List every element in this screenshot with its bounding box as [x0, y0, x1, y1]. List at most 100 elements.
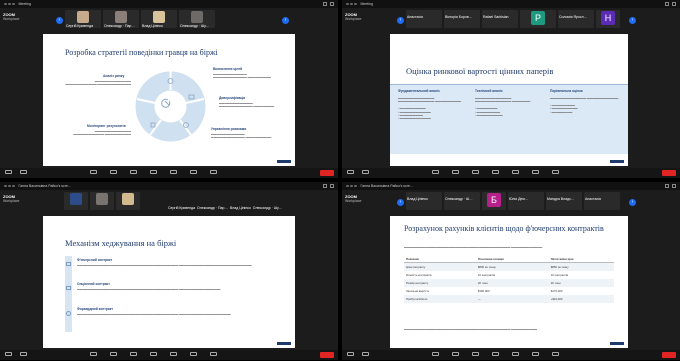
record-icon[interactable] — [512, 352, 519, 356]
share-icon[interactable] — [150, 170, 157, 174]
participant-tile[interactable]: Юлія Дем… — [508, 192, 544, 210]
title-bar: Ганна Васильівна Райко's scre… — [0, 182, 338, 190]
window-controls[interactable] — [4, 184, 15, 188]
record-icon[interactable] — [170, 352, 177, 356]
participants-icon[interactable] — [90, 352, 97, 356]
document-icon — [66, 286, 71, 290]
next-participants-button[interactable]: › — [282, 17, 289, 24]
meeting-controls — [0, 168, 338, 178]
title-bar: Ганна Васильівна Райко's scre… — [342, 182, 680, 190]
label-goals: Визначення цілей — [213, 67, 243, 71]
audio-icon[interactable] — [5, 170, 12, 174]
participant-tile[interactable] — [64, 192, 88, 210]
video-icon[interactable] — [362, 352, 369, 356]
participant-tile[interactable]: P — [520, 10, 556, 28]
prev-participants-button[interactable]: ‹ — [397, 199, 404, 206]
more-icon[interactable] — [552, 352, 559, 356]
participant-tile[interactable]: Анастасія — [406, 10, 442, 28]
end-button[interactable] — [320, 170, 334, 176]
prev-participants-button[interactable]: ‹ — [56, 17, 63, 24]
react-icon[interactable] — [130, 170, 137, 174]
participant-tile[interactable]: Соломія Яросл… — [558, 10, 594, 28]
end-button[interactable] — [320, 352, 334, 358]
video-icon[interactable] — [362, 170, 369, 174]
shared-slide: Розробка стратегії поведінки гравця на б… — [43, 34, 295, 166]
window-controls[interactable] — [4, 2, 15, 6]
more-icon[interactable] — [210, 352, 217, 356]
window-title: Ганна Васильівна Райко's scre… — [360, 184, 414, 188]
window-controls[interactable] — [346, 184, 357, 188]
row-options: Опціонний контракт — [77, 282, 110, 286]
avatar — [122, 193, 134, 205]
end-button[interactable] — [662, 170, 676, 176]
avatar — [115, 11, 127, 23]
comparison-panel: Фундаментальний аналіз Технічний аналіз … — [390, 84, 628, 154]
audio-icon[interactable] — [5, 352, 12, 356]
end-button[interactable] — [662, 352, 676, 358]
chat-icon[interactable] — [452, 352, 459, 356]
avatar — [96, 193, 108, 205]
react-icon[interactable] — [130, 352, 137, 356]
next-participants-button[interactable]: › — [629, 199, 636, 206]
prev-participants-button[interactable]: ‹ — [397, 17, 404, 24]
avatar — [77, 11, 89, 23]
participant-tile[interactable]: H — [596, 10, 620, 28]
window-controls[interactable] — [346, 2, 357, 6]
zoom-brand: ZOOM Workplace — [3, 12, 20, 21]
apps-icon[interactable] — [190, 170, 197, 174]
zoom-brand: ZOOM Workplace — [3, 194, 20, 203]
participant-tile[interactable]: Вікторія Боров… — [444, 10, 480, 28]
participant-tile[interactable] — [116, 192, 140, 210]
participants-icon[interactable] — [432, 170, 439, 174]
participant-tile[interactable]: Олександр · Ш… — [444, 192, 480, 210]
react-icon[interactable] — [472, 352, 479, 356]
participant-tile[interactable]: Б — [482, 192, 506, 210]
column-comparative: Порівняльна оцінка — [550, 89, 583, 93]
chat-icon[interactable] — [452, 170, 459, 174]
audio-icon[interactable] — [347, 352, 354, 356]
title-bar-icons[interactable] — [665, 2, 676, 6]
audio-icon[interactable] — [347, 170, 354, 174]
participant-tile[interactable]: Мандра Владс… — [546, 192, 582, 210]
title-bar-icons[interactable] — [665, 184, 676, 188]
chart-icon — [66, 262, 71, 266]
participant-tile[interactable]: Олександр · Пар… — [103, 10, 139, 28]
slide-title: Механізм хеджування на біржі — [65, 238, 177, 248]
window-title: Ганна Васильівна Райко's scre… — [18, 184, 72, 188]
share-icon[interactable] — [492, 170, 499, 174]
participants-icon[interactable] — [90, 170, 97, 174]
table-row: Ціна контракту $800 за тонну $850 за тон… — [404, 262, 614, 272]
participant-tile[interactable]: Сергій Кривенда — [65, 10, 101, 28]
react-icon[interactable] — [472, 170, 479, 174]
more-icon[interactable] — [210, 170, 217, 174]
next-participants-button[interactable]: › — [629, 17, 636, 24]
participant-tile[interactable]: Rafael Sarkisian — [482, 10, 518, 28]
share-icon[interactable] — [492, 352, 499, 356]
title-bar-icons[interactable] — [323, 2, 334, 6]
participant-tile[interactable]: Олександр · Шу… — [179, 10, 215, 28]
participants-icon[interactable] — [432, 352, 439, 356]
avatar: P — [531, 11, 545, 25]
video-icon[interactable] — [20, 170, 27, 174]
participant-tile[interactable]: Влад Цінінко — [141, 10, 177, 28]
participant-tile[interactable] — [90, 192, 114, 210]
share-icon[interactable] — [150, 352, 157, 356]
shared-slide: Механізм хеджування на біржі Ф'ючерсний … — [43, 216, 295, 348]
label-market-analysis: Аналіз ринку — [103, 74, 125, 78]
text-block: ▬▬▬▬▬▬▬▬▬▬▬▬▬▬▬▬▬▬▬▬▬▬▬▬▬▬▬▬▬▬▬▬▬▬▬▬▬▬▬▬… — [404, 328, 538, 331]
apps-icon[interactable] — [190, 352, 197, 356]
more-icon[interactable] — [552, 170, 559, 174]
presentation-logo — [277, 342, 291, 345]
record-icon[interactable] — [512, 170, 519, 174]
participant-tile[interactable]: Анастасія — [584, 192, 620, 210]
chat-icon[interactable] — [110, 170, 117, 174]
chat-icon[interactable] — [110, 352, 117, 356]
record-icon[interactable] — [170, 170, 177, 174]
participant-tile[interactable]: Влад Цінінко — [406, 192, 442, 210]
label-monitoring: Моніторинг результатів — [87, 124, 126, 128]
title-bar-icons[interactable] — [323, 184, 334, 188]
apps-icon[interactable] — [532, 352, 539, 356]
apps-icon[interactable] — [532, 170, 539, 174]
shield-icon — [66, 311, 71, 316]
video-icon[interactable] — [20, 352, 27, 356]
